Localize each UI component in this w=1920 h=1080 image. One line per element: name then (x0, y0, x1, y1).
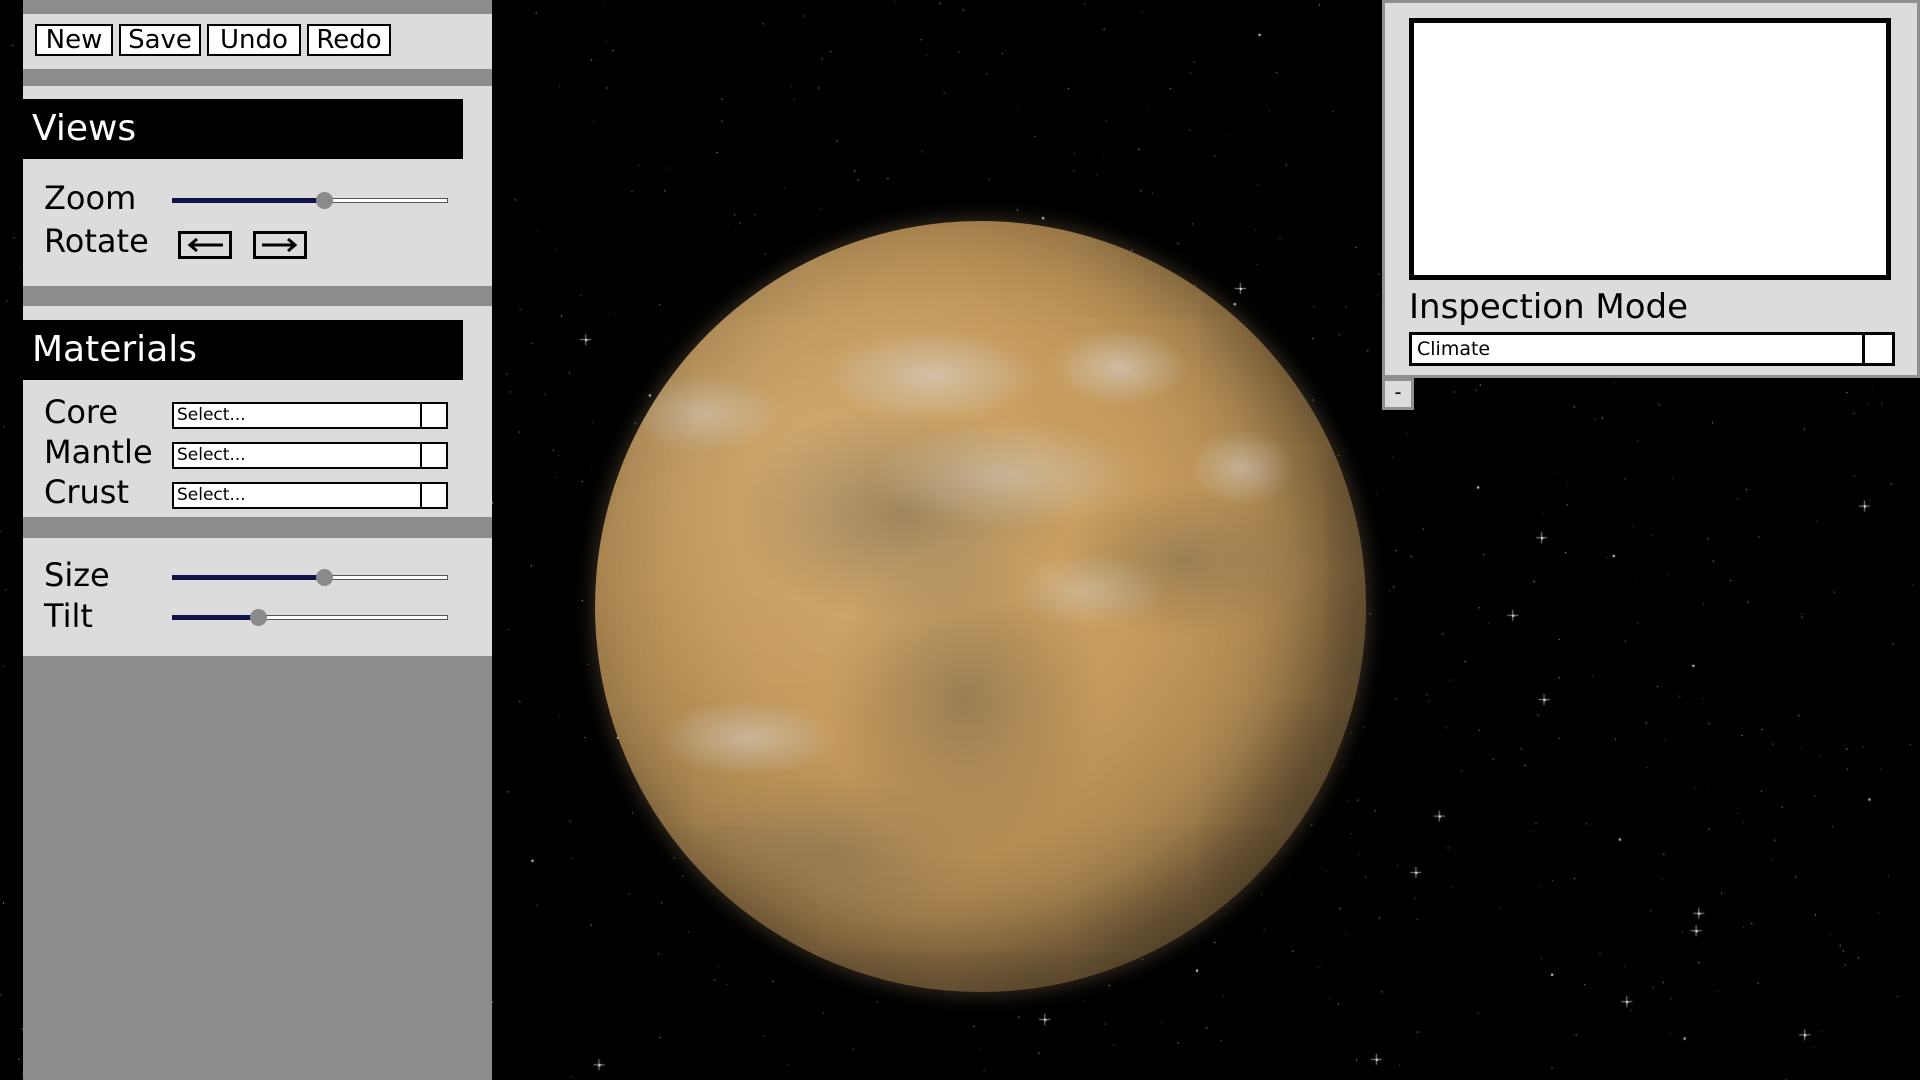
crust-dropdown-button[interactable] (420, 484, 446, 507)
core-label: Core (44, 393, 119, 431)
core-dropdown-button[interactable] (420, 404, 446, 427)
arrow-right-icon (262, 237, 298, 253)
crust-label: Crust (44, 473, 129, 511)
mantle-select-value: Select... (177, 445, 246, 465)
planet-editor-app: New Save Undo Redo Views Zoom Rotate Mat… (0, 0, 1920, 1080)
crust-select[interactable]: Select... (172, 482, 448, 509)
inspection-panel: Inspection Mode Climate (1382, 0, 1920, 378)
zoom-slider-thumb[interactable] (315, 192, 333, 209)
inspection-mode-select[interactable]: Climate (1409, 332, 1895, 366)
size-slider[interactable] (172, 566, 448, 590)
mantle-label: Mantle (44, 433, 153, 471)
inspection-mode-title: Inspection Mode (1409, 287, 1689, 327)
undo-button[interactable]: Undo (207, 24, 301, 56)
tilt-label: Tilt (44, 597, 93, 635)
rotate-right-button[interactable] (253, 231, 307, 259)
rotate-label: Rotate (44, 222, 149, 260)
redo-button[interactable]: Redo (307, 24, 391, 56)
inspection-mode-value: Climate (1417, 338, 1491, 360)
views-header: Views (23, 99, 463, 159)
tilt-slider-thumb[interactable] (249, 609, 267, 626)
mantle-select[interactable]: Select... (172, 442, 448, 469)
planet-viewport[interactable] (595, 221, 1366, 992)
size-slider-fill (172, 575, 324, 580)
new-button[interactable]: New (35, 24, 113, 56)
collapse-panel-button[interactable]: - (1382, 378, 1414, 410)
core-select[interactable]: Select... (172, 402, 448, 429)
zoom-label: Zoom (44, 179, 137, 217)
toolbar: New Save Undo Redo (23, 14, 492, 69)
left-control-panel: New Save Undo Redo Views Zoom Rotate Mat… (23, 0, 492, 1080)
zoom-slider[interactable] (172, 189, 448, 213)
zoom-slider-fill (172, 198, 324, 203)
inspection-mode-dropdown-button[interactable] (1862, 335, 1892, 363)
tilt-slider-fill (172, 615, 258, 620)
rotate-left-button[interactable] (178, 231, 232, 259)
save-button[interactable]: Save (119, 24, 201, 56)
size-label: Size (44, 556, 110, 594)
mantle-dropdown-button[interactable] (420, 444, 446, 467)
arrow-left-icon (187, 237, 223, 253)
materials-header: Materials (23, 320, 463, 380)
properties-section: Size Tilt (23, 538, 492, 656)
tilt-slider[interactable] (172, 606, 448, 630)
core-select-value: Select... (177, 405, 246, 425)
crust-select-value: Select... (177, 485, 246, 505)
materials-section: Materials Core Select... Mantle Select..… (23, 306, 492, 517)
views-section: Views Zoom Rotate (23, 86, 492, 286)
inspection-preview (1409, 18, 1891, 280)
size-slider-thumb[interactable] (315, 569, 333, 586)
